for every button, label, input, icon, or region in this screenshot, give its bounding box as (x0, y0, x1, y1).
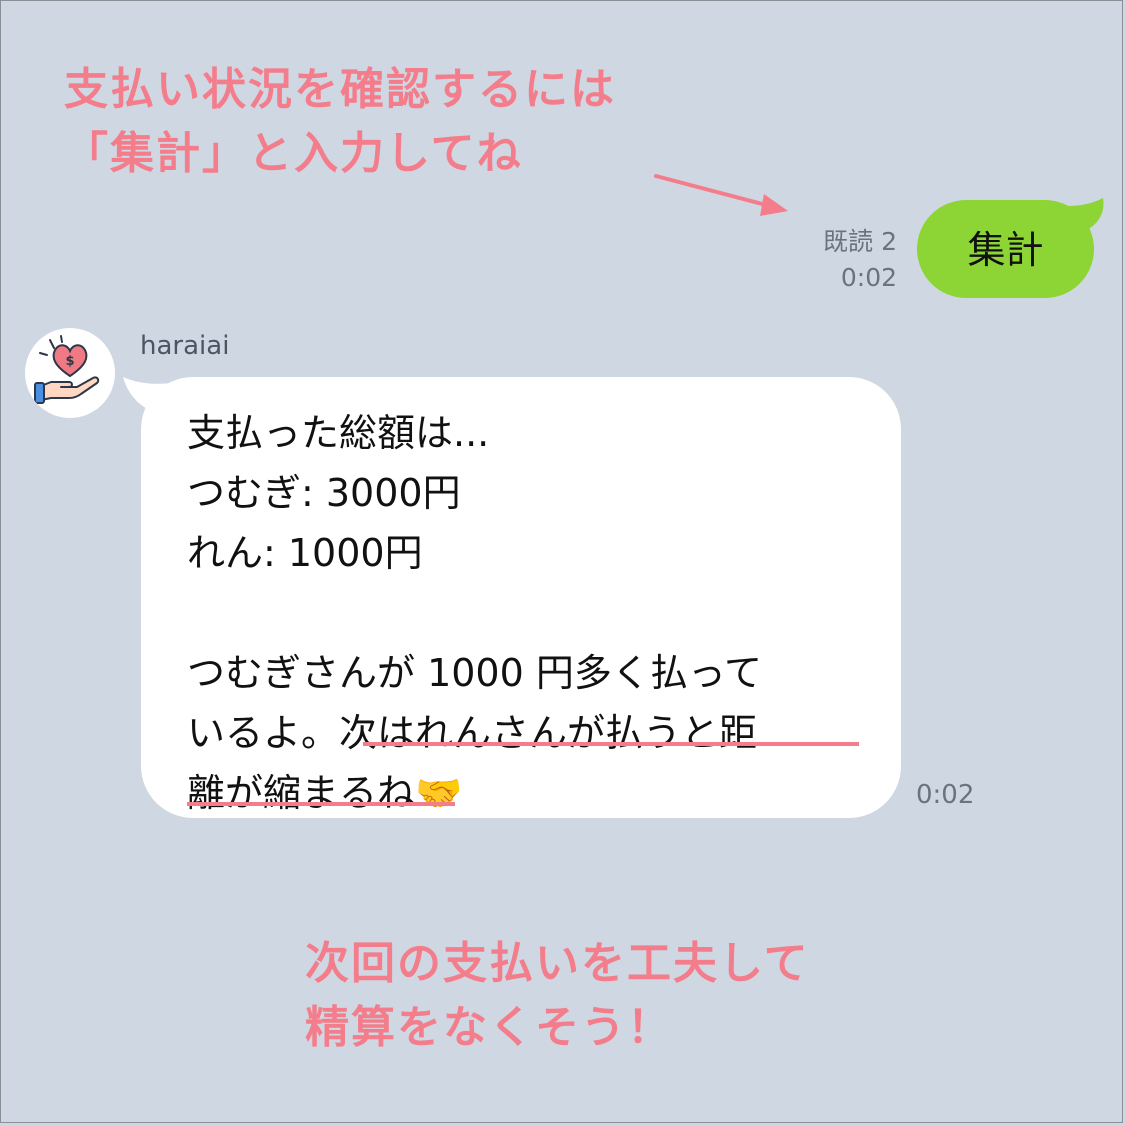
annotation-bottom-line-1: 次回の支払いを工夫して (305, 938, 810, 989)
annotation-top-line-2: 「集計」と入力してね (64, 128, 523, 179)
message-line: 支払った総額は... (187, 411, 490, 455)
message-line: つむぎさんが 1000 円多く払って (187, 651, 762, 695)
annotation-bottom: 次回の支払いを工夫して 精算をなくそう！ (305, 932, 810, 1060)
incoming-timestamp: 0:02 (916, 780, 975, 810)
message-line: つむぎ: 3000円 (187, 471, 461, 515)
annotation-top-line-1: 支払い状況を確認するには (64, 64, 616, 115)
outgoing-message-text: 集計 (967, 228, 1044, 272)
sender-name: haraiai (140, 331, 230, 361)
heart-dollar-hand-icon: $ (34, 335, 100, 404)
read-receipt: 既読 2 (823, 227, 897, 256)
outgoing-message-meta: 既読 2 0:02 (823, 224, 897, 296)
incoming-message-bubble[interactable]: 支払った総額は... つむぎ: 3000円 れん: 1000円 つむぎさんが 1… (123, 377, 901, 818)
message-line: 離が縮まるね🤝 (187, 771, 463, 815)
bot-avatar[interactable]: $ (25, 328, 115, 418)
incoming-bubble-tail (123, 377, 171, 411)
outgoing-timestamp: 0:02 (840, 263, 897, 292)
message-line (187, 583, 877, 643)
message-line: いるよ。次はれんさんが払うと距 (187, 711, 758, 755)
outgoing-message-bubble[interactable]: 集計 (917, 198, 1104, 298)
arrow-icon (654, 174, 788, 216)
incoming-message-text: 支払った総額は... つむぎ: 3000円 れん: 1000円 つむぎさんが 1… (187, 403, 877, 823)
annotation-top: 支払い状況を確認するには 「集計」と入力してね (64, 58, 616, 186)
highlight-underline (187, 802, 455, 806)
highlight-underline (363, 742, 859, 746)
annotation-bottom-line-2: 精算をなくそう！ (305, 1002, 673, 1053)
svg-text:$: $ (65, 354, 74, 369)
message-line: れん: 1000円 (187, 531, 423, 575)
